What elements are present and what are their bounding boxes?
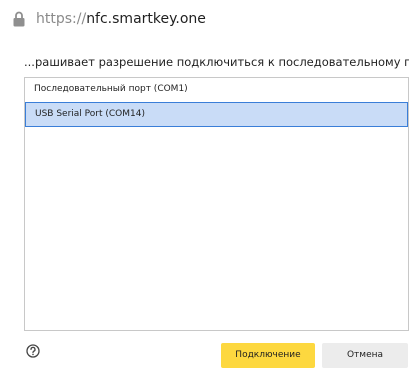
- help-icon[interactable]: [26, 344, 40, 358]
- port-list-item[interactable]: Последовательный порт (COM1): [25, 78, 408, 101]
- port-list-item-selected[interactable]: USB Serial Port (COM14): [25, 102, 408, 127]
- origin-bar: https://nfc.smartkey.one: [0, 0, 413, 40]
- connect-button[interactable]: Подключение: [221, 343, 315, 368]
- url-scheme: https://: [36, 11, 87, 27]
- port-list[interactable]: Последовательный порт (COM1) USB Serial …: [24, 77, 409, 331]
- origin-url: https://nfc.smartkey.one: [36, 9, 206, 29]
- url-host: nfc.smartkey.one: [86, 11, 206, 27]
- permission-prompt-text: ...рашивает разрешение подключиться к по…: [24, 55, 409, 69]
- serial-port-permission-dialog: https://nfc.smartkey.one ...рашивает раз…: [0, 0, 413, 372]
- cancel-button[interactable]: Отмена: [322, 343, 408, 368]
- lock-icon: [13, 11, 25, 27]
